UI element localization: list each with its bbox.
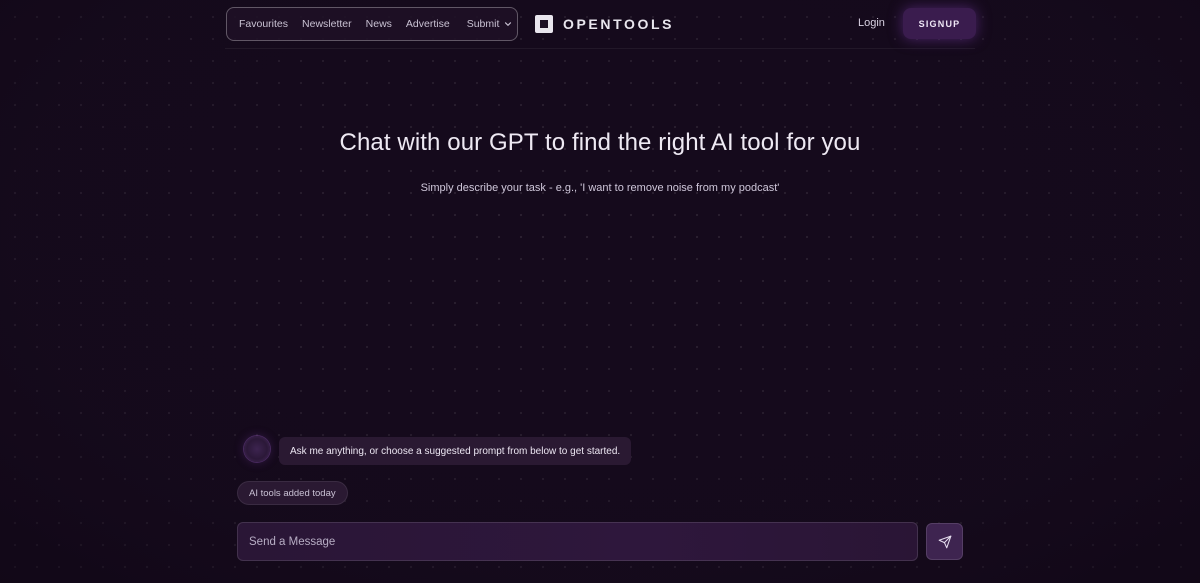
- header-divider: [225, 48, 975, 49]
- page-title: Chat with our GPT to find the right AI t…: [339, 129, 861, 156]
- signup-button[interactable]: SIGNUP: [903, 8, 976, 39]
- logo-icon: [535, 15, 553, 33]
- main-nav: Favourites Newsletter News Advertise Sub…: [226, 7, 518, 41]
- page-subtitle: Simply describe your task - e.g., 'I wan…: [420, 182, 780, 194]
- send-icon: [938, 535, 951, 548]
- nav-favourites[interactable]: Favourites: [239, 18, 288, 30]
- nav-submit[interactable]: Submit: [467, 18, 514, 30]
- nav-submit-label: Submit: [466, 18, 500, 30]
- login-link[interactable]: Login: [858, 17, 885, 29]
- brand-name: OPENTOOLS: [563, 16, 675, 32]
- bot-avatar: [244, 436, 270, 462]
- brand-logo[interactable]: OPENTOOLS: [535, 14, 674, 34]
- suggested-prompt-chip[interactable]: AI tools added today: [237, 481, 348, 505]
- nav-newsletter[interactable]: Newsletter: [302, 18, 352, 30]
- send-button[interactable]: [926, 523, 963, 560]
- nav-news[interactable]: News: [366, 18, 392, 30]
- nav-advertise[interactable]: Advertise: [406, 18, 450, 30]
- bot-message: Ask me anything, or choose a suggested p…: [279, 437, 632, 465]
- message-input[interactable]: [237, 522, 918, 561]
- chevron-down-icon: [505, 22, 512, 26]
- background-vignette: [0, 0, 1200, 583]
